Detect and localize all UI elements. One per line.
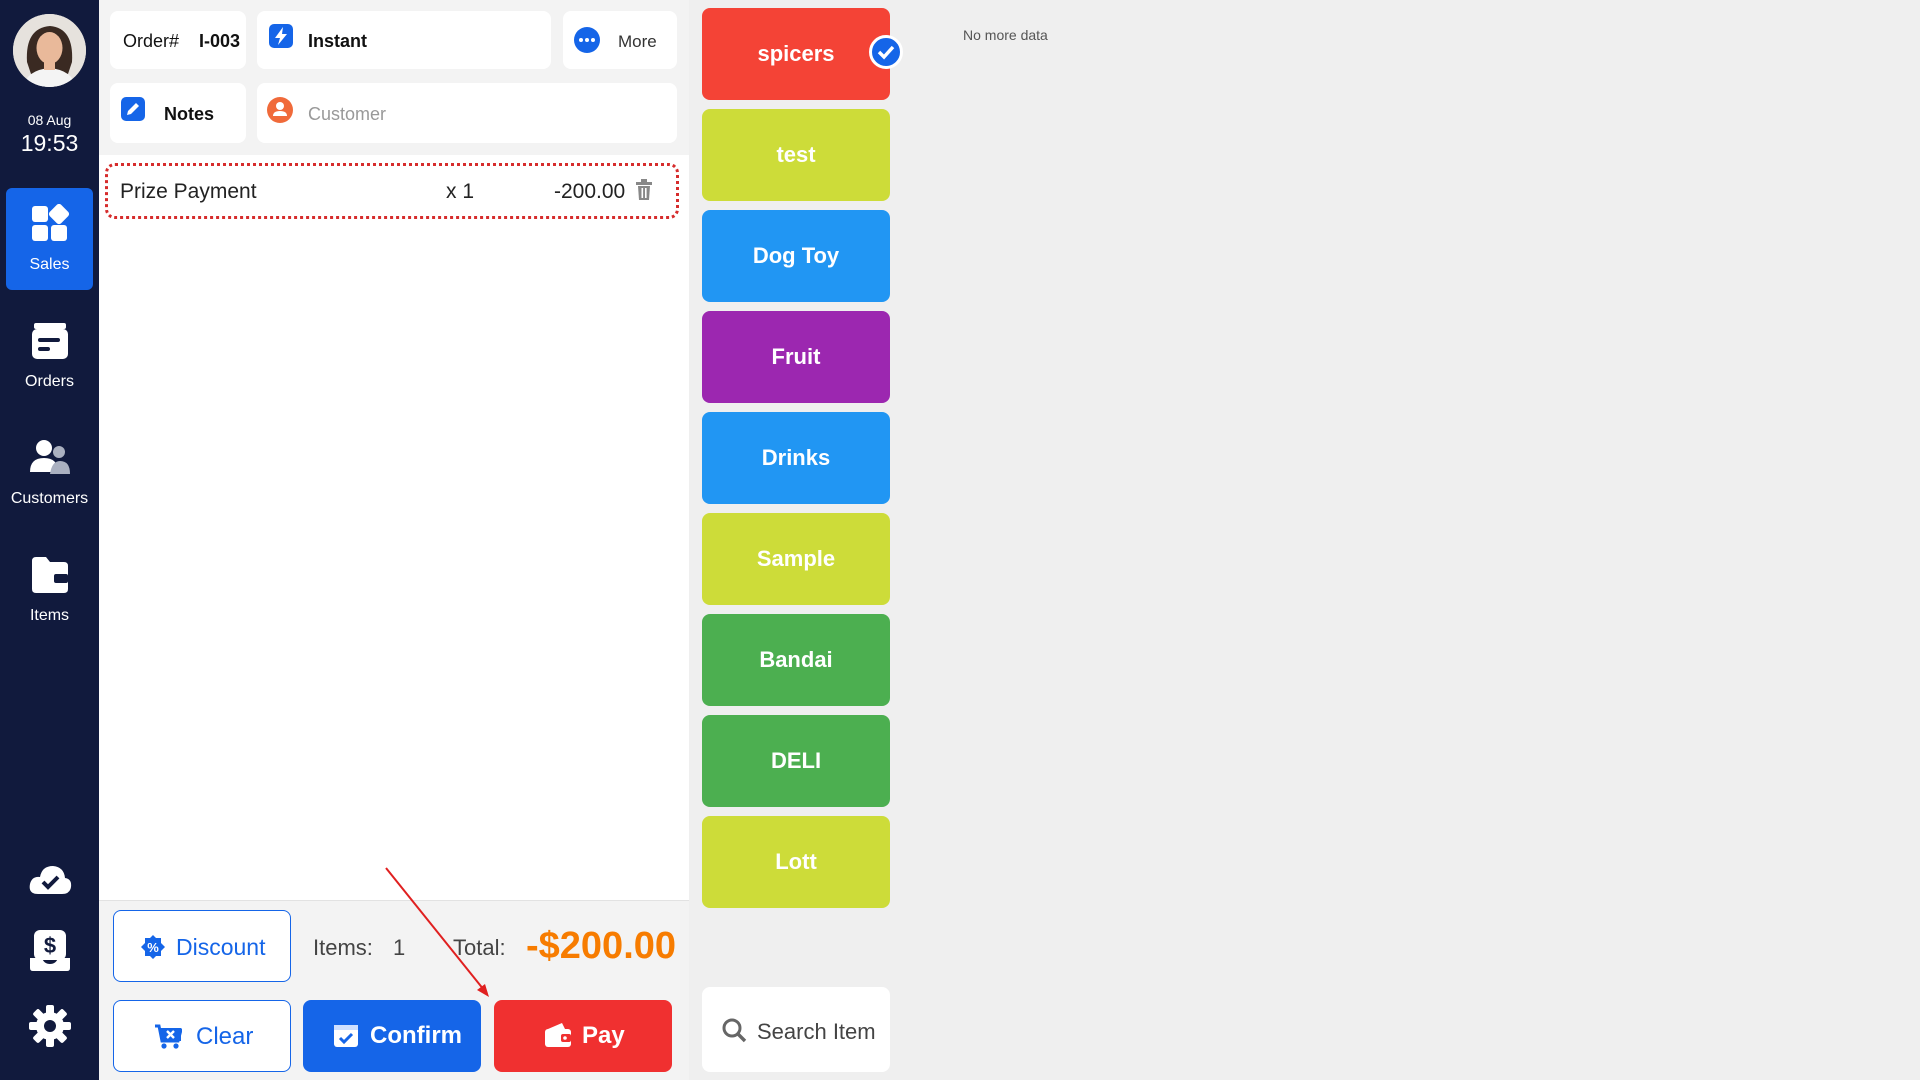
current-date: 08 Aug bbox=[27, 112, 72, 128]
order-prefix: Order# bbox=[123, 31, 180, 51]
total-value: -$200.00 bbox=[526, 925, 677, 967]
order-item-row[interactable]: Prize Payment x 1 -200.00 bbox=[105, 163, 679, 219]
svg-text:%: % bbox=[147, 940, 159, 955]
category-label: Bandai bbox=[759, 647, 833, 672]
more-button[interactable]: More bbox=[563, 11, 677, 69]
pay-button[interactable]: Pay bbox=[494, 1000, 672, 1072]
category-lott[interactable]: Lott bbox=[702, 816, 890, 908]
category-label: spicers bbox=[757, 41, 835, 66]
items-label: Items: bbox=[313, 935, 373, 960]
category-label: test bbox=[776, 142, 816, 167]
gear-icon[interactable] bbox=[28, 1004, 72, 1048]
confirm-button[interactable]: Confirm bbox=[303, 1000, 481, 1072]
clear-label: Clear bbox=[196, 1023, 254, 1050]
check-circle-icon bbox=[869, 35, 903, 69]
nav-orders-label: Orders bbox=[25, 373, 74, 390]
category-label: Lott bbox=[775, 849, 817, 874]
order-items-list: Prize Payment x 1 -200.00 bbox=[99, 155, 689, 900]
pay-label: Pay bbox=[582, 1022, 625, 1049]
order-item-qty: x 1 bbox=[446, 180, 475, 203]
nav-items[interactable]: Items bbox=[6, 539, 93, 641]
wallet-icon bbox=[545, 1023, 571, 1047]
category-test[interactable]: test bbox=[702, 109, 890, 201]
discount-button[interactable]: % Discount bbox=[113, 910, 291, 982]
notes-button[interactable]: Notes bbox=[110, 83, 246, 143]
current-time: 19:53 bbox=[20, 130, 79, 156]
category-label: DELI bbox=[770, 748, 822, 773]
search-item-button[interactable]: Search Item bbox=[702, 987, 890, 1072]
clear-button[interactable]: Clear bbox=[113, 1000, 291, 1072]
nav-customers-label: Customers bbox=[10, 490, 89, 507]
total-label: Total: bbox=[453, 935, 506, 960]
category-spicers[interactable]: spicers bbox=[702, 8, 903, 100]
search-placeholder: Search Item bbox=[757, 1019, 876, 1044]
avatar[interactable] bbox=[13, 14, 86, 87]
lightning-icon bbox=[269, 24, 293, 48]
discount-badge-icon: % bbox=[141, 935, 165, 959]
nav-orders[interactable]: Orders bbox=[6, 305, 93, 407]
no-more-data-text: No more data bbox=[963, 27, 1048, 43]
order-panel: Order# I-003 Instant More Notes Customer… bbox=[99, 0, 689, 1080]
nav-items-label: Items bbox=[29, 607, 70, 624]
category-sample[interactable]: Sample bbox=[702, 513, 890, 605]
orders-icon bbox=[32, 323, 68, 359]
category-label: Sample bbox=[756, 546, 836, 571]
category-bandai[interactable]: Bandai bbox=[702, 614, 890, 706]
order-item-amount: -200.00 bbox=[554, 180, 626, 203]
items-folder-icon bbox=[32, 557, 68, 593]
trash-icon[interactable] bbox=[634, 179, 654, 201]
nav-sales-label: Sales bbox=[29, 256, 70, 273]
customers-icon bbox=[30, 440, 70, 474]
customer-avatar-icon bbox=[267, 97, 293, 123]
sidebar: 08 Aug 19:53 Sales Orders Customers Item… bbox=[0, 0, 99, 1080]
confirm-label: Confirm bbox=[370, 1022, 462, 1049]
svg-text:$: $ bbox=[44, 933, 56, 958]
category-label: Drinks bbox=[761, 445, 831, 470]
items-count: Items: 1 bbox=[313, 935, 405, 961]
instant-label: Instant bbox=[308, 31, 368, 51]
category-dog-toy[interactable]: Dog Toy bbox=[702, 210, 890, 302]
customer-placeholder: Customer bbox=[308, 104, 387, 124]
category-deli[interactable]: DELI bbox=[702, 715, 890, 807]
cash-register-icon[interactable]: $ bbox=[28, 928, 72, 972]
category-label: Dog Toy bbox=[752, 243, 840, 268]
nav-sales[interactable]: Sales bbox=[6, 188, 93, 290]
nav-customers[interactable]: Customers bbox=[6, 422, 93, 524]
category-drinks[interactable]: Drinks bbox=[702, 412, 890, 504]
customer-field[interactable]: Customer bbox=[257, 83, 677, 143]
pencil-icon bbox=[121, 97, 145, 121]
category-fruit[interactable]: Fruit bbox=[702, 311, 890, 403]
order-item-name: Prize Payment bbox=[120, 180, 257, 203]
search-icon bbox=[722, 1018, 747, 1043]
more-dots-icon bbox=[574, 27, 600, 53]
discount-label: Discount bbox=[176, 934, 266, 960]
confirm-calendar-icon bbox=[334, 1025, 358, 1047]
order-number-button[interactable]: Order# I-003 bbox=[110, 11, 246, 69]
cart-clear-icon bbox=[155, 1024, 182, 1049]
order-number: I-003 bbox=[199, 31, 241, 51]
notes-label: Notes bbox=[164, 104, 215, 124]
order-summary: % Discount Items: 1 Total: -$200.00 bbox=[99, 900, 689, 990]
category-label: Fruit bbox=[771, 344, 821, 369]
sales-grid-icon bbox=[32, 204, 70, 241]
cloud-check-icon[interactable] bbox=[28, 858, 72, 902]
more-label: More bbox=[618, 32, 657, 51]
items-count-value: 1 bbox=[393, 935, 406, 960]
instant-button[interactable]: Instant bbox=[257, 11, 551, 69]
